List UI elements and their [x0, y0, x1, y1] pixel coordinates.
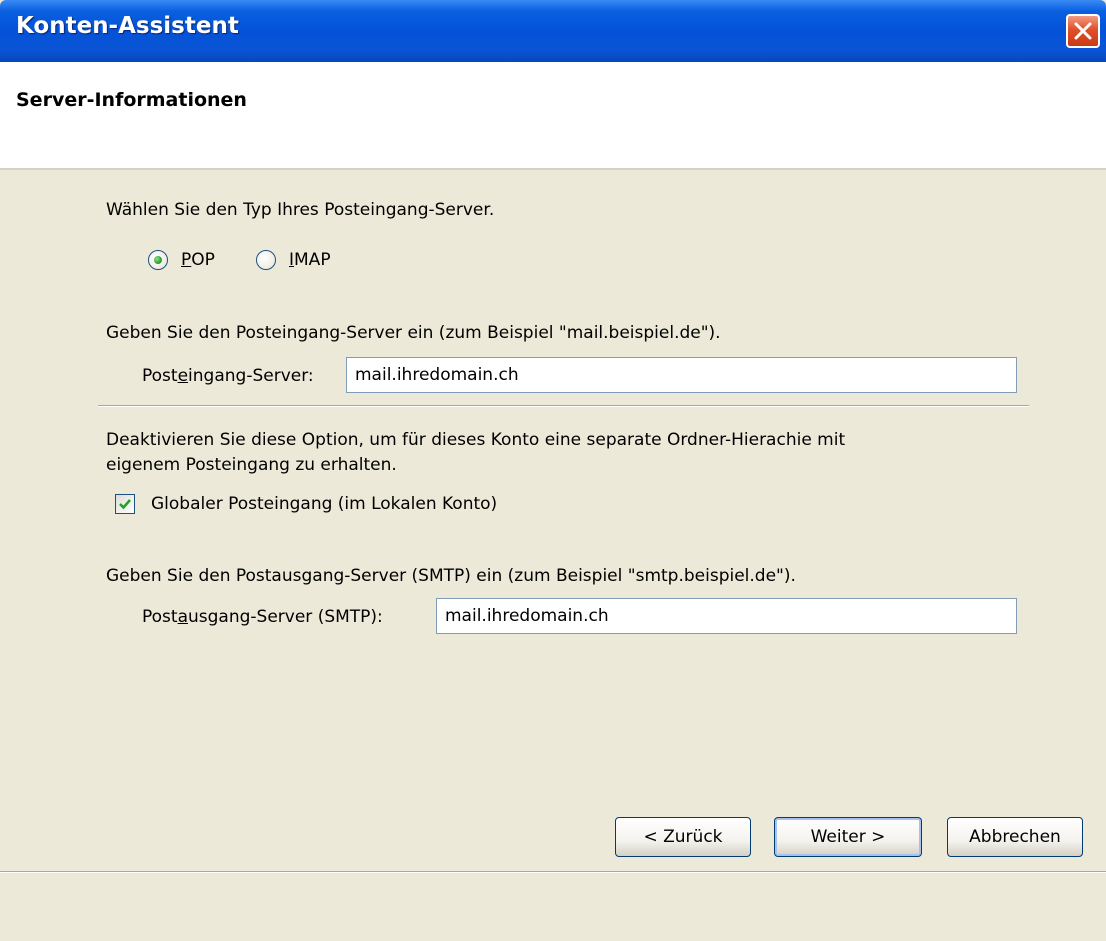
- radio-selected-dot: [154, 256, 162, 264]
- incoming-server-prompt: Geben Sie den Posteingang-Server ein (zu…: [106, 323, 721, 343]
- title-bar[interactable]: Konten-Assistent: [0, 0, 1106, 62]
- radio-pop[interactable]: [148, 250, 168, 270]
- footer-divider: [0, 871, 1106, 873]
- server-type-prompt: Wählen Sie den Typ Ihres Posteingang-Ser…: [106, 200, 495, 220]
- wizard-header: Server-Informationen: [0, 62, 1106, 170]
- cancel-button[interactable]: Abbrechen: [947, 817, 1083, 857]
- incoming-server-label: Posteingang-Server:: [142, 366, 314, 386]
- radio-imap-label[interactable]: IMAP: [289, 250, 331, 270]
- outgoing-server-label: Postausgang-Server (SMTP):: [142, 607, 383, 627]
- radio-pop-label[interactable]: POP: [181, 250, 215, 270]
- outgoing-server-input[interactable]: mail.ihredomain.ch: [436, 598, 1017, 634]
- close-button[interactable]: [1066, 14, 1100, 48]
- close-icon: [1074, 22, 1092, 40]
- back-button[interactable]: < Zurück: [615, 817, 751, 857]
- radio-imap[interactable]: [256, 250, 276, 270]
- page-title: Server-Informationen: [16, 89, 247, 111]
- window-title: Konten-Assistent: [16, 13, 239, 39]
- global-inbox-prompt-line2: eigenem Posteingang zu erhalten.: [106, 455, 397, 475]
- next-button[interactable]: Weiter >: [774, 817, 922, 857]
- global-inbox-checkbox[interactable]: [115, 494, 135, 514]
- checkmark-icon: [119, 499, 131, 510]
- incoming-server-input[interactable]: mail.ihredomain.ch: [346, 357, 1017, 393]
- global-inbox-prompt-line1: Deaktivieren Sie diese Option, um für di…: [106, 430, 846, 450]
- global-inbox-checkbox-label[interactable]: Globaler Posteingang (im Lokalen Konto): [151, 494, 497, 514]
- section-divider: [98, 405, 1029, 407]
- wizard-window: Konten-Assistent Server-Informationen Wä…: [0, 0, 1106, 941]
- outgoing-server-prompt: Geben Sie den Postausgang-Server (SMTP) …: [106, 566, 796, 586]
